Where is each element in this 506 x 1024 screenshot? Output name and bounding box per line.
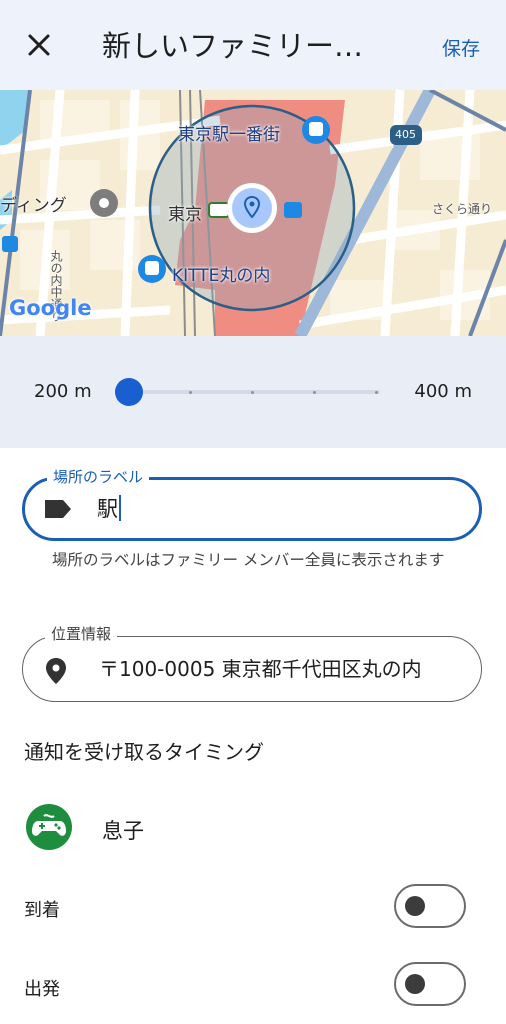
map-pin-shopping-icon [309, 122, 323, 136]
location-pin-icon[interactable] [243, 195, 261, 222]
toggle-knob [405, 896, 425, 916]
toggle-knob [405, 974, 425, 994]
location-value[interactable]: 〒100-0005 東京都千代田区丸の内 [99, 655, 422, 683]
map-pin-kitte-icon [145, 261, 159, 275]
radius-max-label: 400 m [414, 381, 472, 402]
place-label-input[interactable]: 駅 [97, 495, 121, 523]
radius-min-label: 200 m [34, 381, 92, 402]
google-logo: Google [9, 296, 92, 320]
map-label-tokyo[interactable]: 東京 [168, 200, 202, 225]
map-label-kitte[interactable]: KITTE丸の内 [172, 261, 270, 286]
place-label-helper-text: 場所のラベルはファミリー メンバー全員に表示されます [52, 551, 445, 569]
arrival-toggle[interactable] [394, 884, 466, 928]
close-button[interactable] [24, 30, 54, 60]
slider-tick [189, 391, 192, 394]
gamepad-icon [32, 814, 66, 836]
slider-tick [313, 391, 316, 394]
slider-tick [251, 391, 254, 394]
place-label-caption: 場所のラベル [47, 466, 150, 488]
member-name: 息子 [102, 819, 144, 843]
arrival-label: 到着 [24, 900, 60, 921]
radius-slider-thumb[interactable] [115, 378, 143, 406]
label-tag-icon [43, 498, 73, 524]
departure-toggle[interactable] [394, 962, 466, 1006]
map-label-ichibangai[interactable]: 東京駅一番街 [178, 120, 280, 145]
map-label-building[interactable]: ディング [0, 191, 67, 216]
map-label-sakura: さくら通り [432, 202, 493, 216]
top-app-bar: 新しいファミリー… 保存 [0, 0, 506, 90]
notify-section-title: 通知を受け取るタイミング [24, 740, 264, 764]
text-caret [119, 495, 121, 521]
avatar [26, 804, 72, 850]
save-button[interactable]: 保存 [442, 34, 480, 61]
slider-tick [375, 391, 378, 394]
departure-label: 出発 [24, 979, 60, 1000]
location-field[interactable]: 位置情報 〒100-0005 東京都千代田区丸の内 [22, 623, 482, 702]
page-title: 新しいファミリー… [102, 29, 364, 63]
location-pin-icon [45, 657, 67, 689]
location-caption: 位置情報 [45, 623, 118, 645]
radius-slider-track[interactable] [128, 390, 380, 394]
radius-slider-panel: 200 m 400 m [0, 336, 506, 448]
map-view[interactable]: 東京駅一番街 東京 KITTE丸の内 ディング さくら通り 丸の内中通り 405… [0, 90, 506, 336]
route-badge: 405 [395, 128, 416, 141]
place-label-field[interactable]: 場所のラベル 駅 [22, 466, 482, 541]
close-icon [28, 34, 50, 56]
